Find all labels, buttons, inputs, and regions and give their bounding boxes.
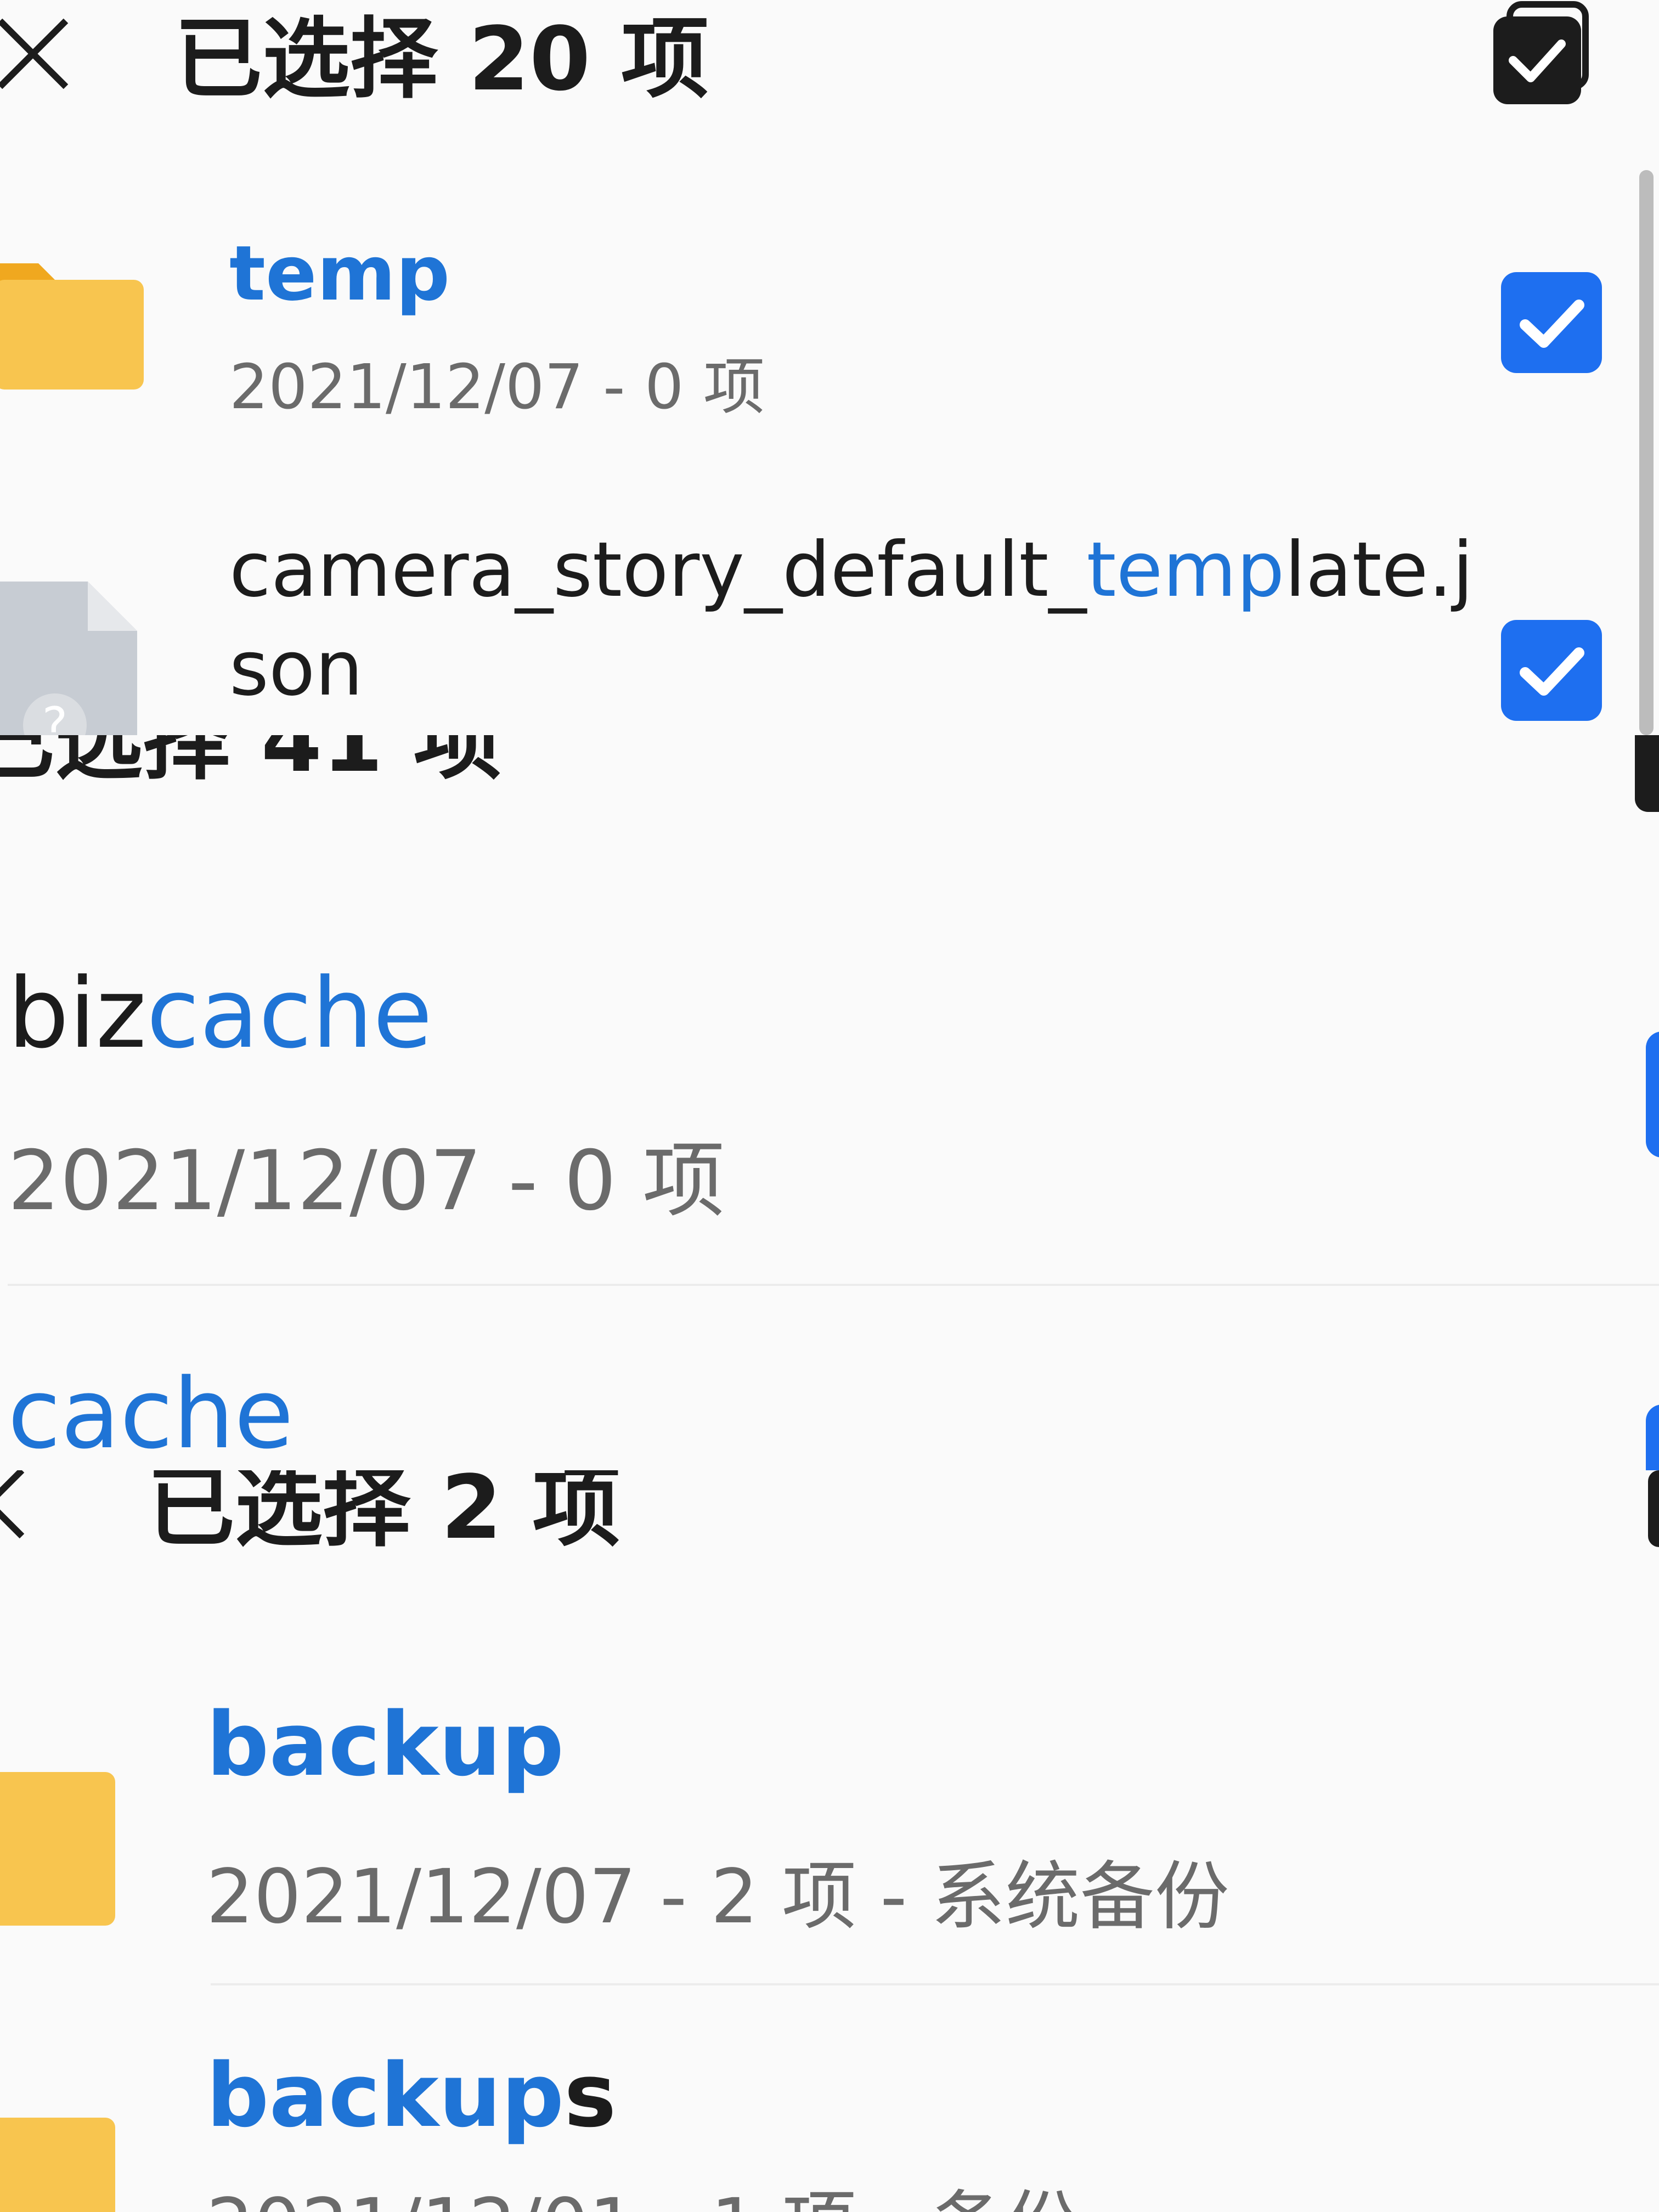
select-all-icon[interactable] [1635, 735, 1659, 812]
item-checkbox[interactable] [1646, 1404, 1659, 1470]
list-item[interactable]: bizcache 2021/12/07 - 0 项 [0, 966, 1659, 1273]
select-all-icon[interactable] [1648, 1470, 1659, 1547]
selection-count-title: 已选择 2 项 [147, 1470, 620, 1559]
unknown-file-icon: ? [0, 582, 137, 735]
item-name-highlight: backup [206, 1693, 565, 1796]
item-name: bizcache [8, 957, 433, 1070]
screen-2-panel: 已选择 41 项 bizcache 2021/12/07 - 0 项 cache [0, 735, 1659, 1470]
svg-text:?: ? [42, 697, 68, 735]
select-all-icon[interactable] [1481, 0, 1596, 110]
close-icon[interactable] [0, 1470, 27, 1542]
folder-icon [0, 1761, 115, 1926]
item-name: backups [206, 2044, 617, 2147]
selection-count-title: 已选择 20 项 [174, 8, 709, 110]
item-checkbox[interactable] [1501, 272, 1602, 373]
item-name: cache [8, 1366, 294, 1463]
item-name: camera_story_default_template.j [229, 526, 1474, 614]
item-meta: 2021/12/07 - 0 项 [8, 1133, 725, 1229]
screen-3-panel: 已选择 2 项 backup 2021/12/07 - 2 项 - 系统备份 b… [0, 1470, 1659, 2212]
item-meta: 2021/12/07 - 0 项 [229, 352, 765, 423]
item-name-highlight: backup [206, 2044, 565, 2147]
item-name-line2: son [229, 624, 363, 713]
selection-count-title: 已选择 41 项 [0, 735, 502, 792]
check-icon [1520, 300, 1584, 348]
item-meta: 2021/12/01 - 1 项 - 备份 [206, 2189, 1080, 2212]
close-icon[interactable] [0, 15, 71, 92]
item-checkbox[interactable] [1646, 1031, 1659, 1158]
list-item[interactable]: temp 2021/12/07 - 0 项 [0, 187, 1624, 472]
check-icon [1520, 647, 1584, 696]
screen-1-panel: 已选择 20 项 temp 2021/12/07 - 0 项 ? camera_… [0, 0, 1659, 735]
list-item[interactable]: backups 2021/12/01 - 1 项 - 备份 [0, 2052, 1659, 2212]
list-item[interactable]: backup 2021/12/07 - 2 项 - 系统备份 [0, 1701, 1659, 1975]
item-name-highlight: cache [146, 957, 433, 1070]
list-item[interactable]: cache [0, 1366, 1659, 1470]
folder-icon [0, 258, 144, 390]
scrollbar[interactable] [1639, 170, 1654, 735]
item-name-highlight: cache [8, 1358, 294, 1470]
item-name-highlight: temp [1086, 526, 1285, 614]
list-item[interactable]: ? camera_story_default_template.j son [0, 494, 1624, 735]
divider [211, 1983, 1659, 1985]
item-name: backup [206, 1701, 564, 1788]
item-meta: 2021/12/07 - 2 项 - 系统备份 [206, 1854, 1229, 1940]
folder-icon [0, 2107, 115, 2212]
item-checkbox[interactable] [1501, 620, 1602, 721]
item-name-highlight: temp [229, 229, 450, 318]
divider [8, 1284, 1659, 1286]
item-name: temp [229, 236, 450, 312]
